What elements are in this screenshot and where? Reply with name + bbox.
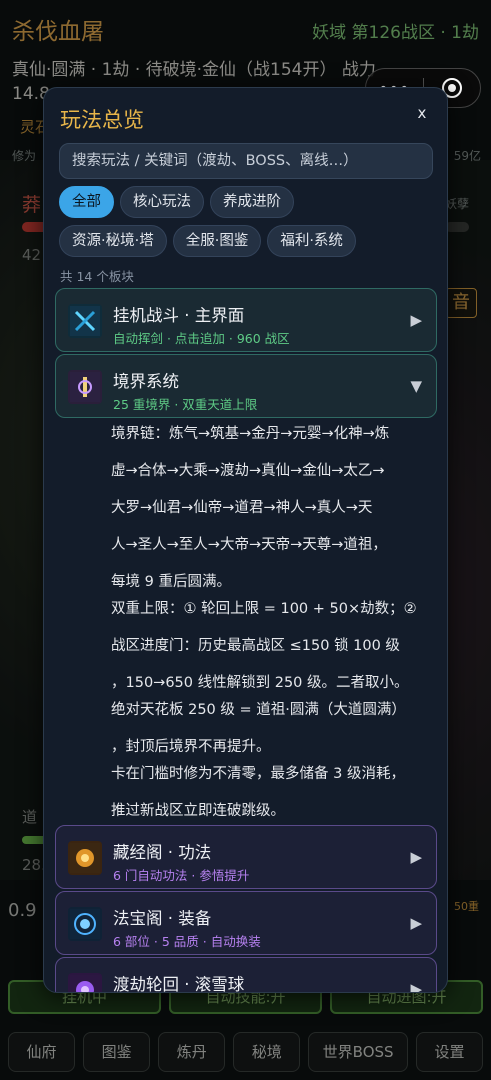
card-subtitle: 6 门自动功法 · 参悟提升 [113,868,250,883]
detail-line: ，封顶后境界不再提升。 [111,739,271,755]
chevron-right-icon: ▶ [410,980,422,993]
card-title: 渡劫轮回 · 滚雪球 [113,975,245,993]
card-title: 挂机战斗 · 主界面 [113,306,245,325]
card-idle-battle[interactable]: 挂机战斗 · 主界面 自动挥剑 · 点击追加 · 960 战区 ▶ [55,288,437,352]
card-tribulation-cycle[interactable]: 渡劫轮回 · 滚雪球 ▶ [55,957,437,993]
card-subtitle: 25 重境界 · 双重天道上限 [113,397,258,412]
card-subtitle: 自动挥剑 · 点击追加 · 960 战区 [113,331,290,346]
tribulation-icon [68,973,102,992]
detail-line: 大罗→仙君→仙帝→道君→神人→真人→天 [111,500,373,516]
card-title: 法宝阁 · 装备 [113,909,212,928]
filter-chip-growth[interactable]: 养成进阶 [210,186,294,218]
filter-chip-core[interactable]: 核心玩法 [120,186,204,218]
chevron-down-icon: ▼ [410,377,422,395]
filter-row-2: 资源·秘境·塔 全服·图鉴 福利·系统 [59,225,439,257]
card-treasure-pavilion[interactable]: 法宝阁 · 装备 6 部位 · 5 品质 · 自动换装 ▶ [55,891,437,955]
detail-line: 人→圣人→至人→大帝→天帝→天尊→道祖， [111,537,387,553]
card-title: 境界系统 [113,372,179,391]
detail-line: 境界链：炼气→筑基→金丹→元婴→化神→炼 [111,426,390,442]
close-button[interactable]: x [405,98,439,128]
section-count: 共 14 个板块 [60,269,134,284]
card-title: 藏经阁 · 功法 [113,843,212,862]
filter-chip-all[interactable]: 全部 [59,186,114,218]
card-realm-system[interactable]: 境界系统 25 重境界 · 双重天道上限 ▼ [55,354,437,418]
gameplay-overview-modal: 玩法总览 x 搜索玩法 / 关键词（渡劫、BOSS、离线…） 全部 核心玩法 养… [43,87,448,993]
treasure-icon [68,907,102,941]
filter-chip-server[interactable]: 全服·图鉴 [172,225,262,257]
detail-line: 推过新战区立即连破跳级。 [111,803,285,819]
chevron-right-icon: ▶ [410,914,422,932]
realm-icon [68,370,102,404]
card-subtitle: 6 部位 · 5 品质 · 自动换装 [113,934,261,949]
card-scripture-pavilion[interactable]: 藏经阁 · 功法 6 门自动功法 · 参悟提升 ▶ [55,825,437,889]
detail-line: 每境 9 重后圆满。 [111,574,231,590]
detail-line: 战区进度门：历史最高战区 ≤150 锁 100 级 [111,638,400,654]
search-input[interactable]: 搜索玩法 / 关键词（渡劫、BOSS、离线…） [59,143,433,179]
scripture-icon [68,841,102,875]
detail-line: 绝对天花板 250 级 = 道祖·圆满（大道圆满） [111,702,406,718]
detail-line: ，150→650 线性解锁到 250 级。二者取小。 [111,675,409,691]
chevron-right-icon: ▶ [410,848,422,866]
chevron-right-icon: ▶ [410,311,422,329]
detail-line: 虚→合体→大乘→渡劫→真仙→金仙→太乙→ [111,463,385,479]
detail-line: 双重上限：① 轮回上限 = 100 + 50×劫数；② [111,601,417,617]
filter-row-1: 全部 核心玩法 养成进阶 [59,186,439,218]
filter-chip-welfare[interactable]: 福利·系统 [267,225,356,257]
filter-chip-resources[interactable]: 资源·秘境·塔 [59,225,167,257]
detail-line: 卡在门槛时修为不清零，最多储备 3 级消耗， [111,766,405,782]
modal-title: 玩法总览 [60,108,144,132]
sword-icon [68,304,102,338]
